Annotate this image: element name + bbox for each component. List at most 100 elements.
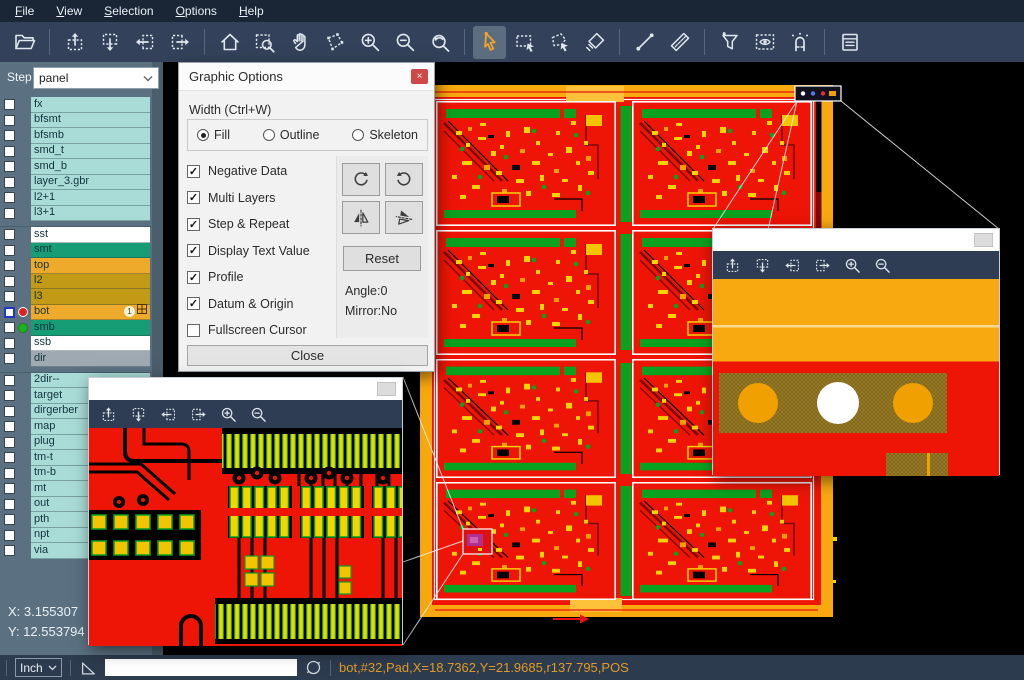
option-datum-origin[interactable]: Datum & Origin [187, 291, 335, 318]
layer-checkbox-plug[interactable] [4, 437, 15, 448]
layer-checkbox-via[interactable] [4, 545, 15, 556]
layer-checkbox-fx[interactable] [4, 99, 15, 110]
layer-checkbox-l3+1[interactable] [4, 208, 15, 219]
layer-checkbox-dir[interactable] [4, 353, 15, 364]
option-fullscreen-cursor[interactable]: Fullscreen Cursor [187, 317, 335, 344]
pan-left-icon[interactable] [159, 405, 178, 424]
pan-up-icon[interactable] [99, 405, 118, 424]
menu-help[interactable]: Help [228, 1, 275, 21]
layer-checkbox-npt[interactable] [4, 530, 15, 541]
pan-left-icon[interactable] [783, 256, 802, 275]
layers-panel-icon[interactable] [833, 26, 866, 59]
layer-name-l2+1[interactable]: l2+1 [31, 190, 150, 206]
measure-area-icon[interactable] [318, 26, 351, 59]
unit-dropdown[interactable]: Inch [15, 658, 62, 677]
rotate-cw-button[interactable] [342, 163, 380, 196]
option-profile[interactable]: Profile [187, 264, 335, 291]
layer-checkbox-l3[interactable] [4, 291, 15, 302]
checkbox-icon[interactable] [187, 324, 200, 337]
width-mode-fill[interactable]: Fill [197, 128, 230, 142]
layer-checkbox-tm-b[interactable] [4, 468, 15, 479]
sync-icon[interactable] [305, 659, 322, 676]
magnifier-b-view[interactable] [713, 279, 999, 476]
ruler-icon[interactable] [663, 26, 696, 59]
checkbox-icon[interactable] [187, 271, 200, 284]
pan-down-icon[interactable] [753, 256, 772, 275]
pan-right-icon[interactable] [813, 256, 832, 275]
select-arrow-icon[interactable] [473, 26, 506, 59]
layer-checkbox-top[interactable] [4, 260, 15, 271]
layer-name-smb[interactable]: smb [31, 320, 150, 336]
layer-name-ssb[interactable]: ssb [31, 336, 150, 352]
layer-checkbox-smd_b[interactable] [4, 161, 15, 172]
option-display-text-value[interactable]: Display Text Value [187, 238, 335, 265]
layer-checkbox-bfsmb[interactable] [4, 130, 15, 141]
snap-angle-icon[interactable] [79, 659, 97, 677]
pan-up-icon[interactable] [723, 256, 742, 275]
checkbox-icon[interactable] [187, 297, 200, 310]
layer-checkbox-map[interactable] [4, 421, 15, 432]
radio-icon[interactable] [263, 129, 275, 141]
zoom-out-icon[interactable] [873, 256, 892, 275]
layer-name-l3+1[interactable]: l3+1 [31, 206, 150, 222]
zoom-in-icon[interactable] [843, 256, 862, 275]
clear-brush-icon[interactable] [578, 26, 611, 59]
layer-checkbox-smt[interactable] [4, 245, 15, 256]
layer-checkbox-pth[interactable] [4, 514, 15, 525]
option-step-repeat[interactable]: Step & Repeat [187, 211, 335, 238]
zoom-in-icon[interactable] [353, 26, 386, 59]
layer-name-smd_b[interactable]: smd_b [31, 159, 150, 175]
magnifier-a-titlebar[interactable] [89, 378, 402, 400]
layer-checkbox-ssb[interactable] [4, 338, 15, 349]
zoom-previous-icon[interactable] [423, 26, 456, 59]
layer-name-sst[interactable]: sst [31, 227, 150, 243]
measure-distance-icon[interactable] [628, 26, 661, 59]
layer-name-smt[interactable]: smt [31, 243, 150, 259]
snap-magnet-icon[interactable] [783, 26, 816, 59]
command-input[interactable] [105, 659, 297, 676]
radio-icon[interactable] [197, 129, 209, 141]
open-folder-icon[interactable] [8, 26, 41, 59]
home-icon[interactable] [213, 26, 246, 59]
layer-checkbox-2dir--[interactable] [4, 375, 15, 386]
radio-icon[interactable] [352, 129, 364, 141]
width-mode-outline[interactable]: Outline [263, 128, 320, 142]
pan-down-icon[interactable] [93, 26, 126, 59]
layer-name-l2[interactable]: l2 [31, 274, 150, 290]
magnifier-a-window-button[interactable] [377, 382, 396, 396]
zoom-out-icon[interactable] [249, 405, 268, 424]
close-button[interactable]: Close [187, 345, 428, 366]
layer-checkbox-smb[interactable] [4, 322, 15, 333]
option-negative-data[interactable]: Negative Data [187, 158, 335, 185]
pan-right-icon[interactable] [163, 26, 196, 59]
filter-icon[interactable] [713, 26, 746, 59]
reset-button[interactable]: Reset [343, 246, 421, 271]
magnifier-a-view[interactable] [89, 428, 402, 646]
pan-hand-icon[interactable] [283, 26, 316, 59]
layer-checkbox-out[interactable] [4, 499, 15, 510]
layer-checkbox-l2[interactable] [4, 276, 15, 287]
layer-name-top[interactable]: top [31, 258, 150, 274]
rotate-ccw-button[interactable] [385, 163, 423, 196]
menu-view[interactable]: View [45, 1, 93, 21]
checkbox-icon[interactable] [187, 218, 200, 231]
layer-name-bfsmb[interactable]: bfsmb [31, 128, 150, 144]
layer-table-grid-icon[interactable] [137, 304, 147, 319]
layer-checkbox-bot[interactable] [4, 307, 15, 318]
checkbox-icon[interactable] [187, 244, 200, 257]
flip-horizontal-button[interactable] [342, 201, 380, 234]
magnifier-b-titlebar[interactable] [713, 229, 999, 251]
layer-name-fx[interactable]: fx [31, 97, 150, 113]
menu-file[interactable]: File [4, 1, 45, 21]
object-visibility-icon[interactable] [748, 26, 781, 59]
zoom-window-icon[interactable] [248, 26, 281, 59]
layer-checkbox-bfsmt[interactable] [4, 115, 15, 126]
width-mode-skeleton[interactable]: Skeleton [352, 128, 418, 142]
layer-name-bot[interactable]: bot1 [31, 305, 150, 321]
flip-vertical-button[interactable] [385, 201, 423, 234]
polygon-select-icon[interactable] [543, 26, 576, 59]
checkbox-icon[interactable] [187, 191, 200, 204]
step-dropdown[interactable]: panel [33, 67, 159, 89]
option-multi-layers[interactable]: Multi Layers [187, 185, 335, 212]
pan-left-icon[interactable] [128, 26, 161, 59]
